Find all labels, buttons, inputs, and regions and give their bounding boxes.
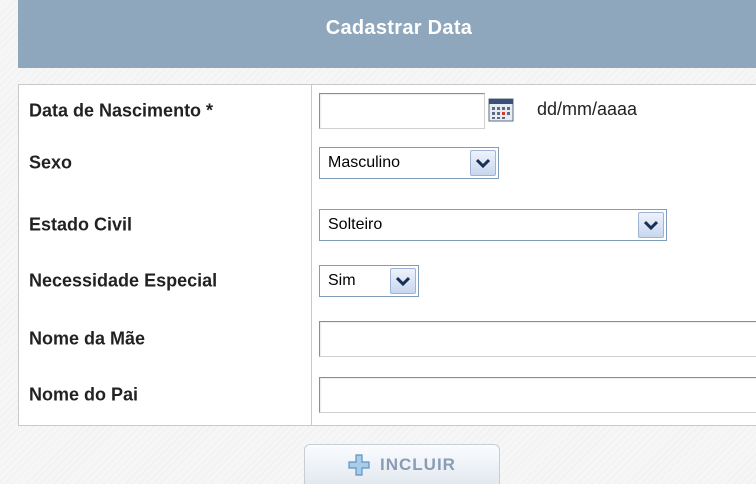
special-need-select[interactable]: Sim xyxy=(319,265,419,297)
incluir-button-label: INCLUIR xyxy=(380,454,456,474)
plus-icon xyxy=(348,453,370,476)
chevron-down-icon[interactable] xyxy=(638,212,664,238)
special-need-label: Necessidade Especial xyxy=(29,270,218,291)
sex-select[interactable]: Masculino xyxy=(319,147,499,179)
special-need-select-value: Sim xyxy=(328,272,356,289)
chevron-down-icon[interactable] xyxy=(470,150,496,176)
form-title: Cadastrar Data xyxy=(325,16,473,39)
row-birth-date: Data de Nascimento * dd/mm/aaaa xyxy=(19,85,756,137)
row-mother-name: Nome da Mãe xyxy=(19,313,756,365)
form-panel: Data de Nascimento * dd/mm/aaaa Sexo Mas… xyxy=(18,84,756,426)
sex-label: Sexo xyxy=(29,152,73,173)
row-marital-status: Estado Civil Solteiro xyxy=(19,199,756,251)
mother-name-input[interactable] xyxy=(319,321,756,357)
birth-date-label: Data de Nascimento * xyxy=(29,100,214,121)
calendar-icon[interactable] xyxy=(488,98,514,122)
date-format-hint: dd/mm/aaaa xyxy=(537,99,638,119)
mother-name-label: Nome da Mãe xyxy=(29,328,146,349)
chevron-down-icon[interactable] xyxy=(390,268,416,294)
father-name-label: Nome do Pai xyxy=(29,384,139,405)
row-sex: Sexo Masculino xyxy=(19,137,756,189)
row-special-need: Necessidade Especial Sim xyxy=(19,255,756,307)
marital-status-select[interactable]: Solteiro xyxy=(319,209,667,241)
incluir-button[interactable]: INCLUIR xyxy=(304,444,500,484)
form-header: Cadastrar Data xyxy=(18,0,756,68)
row-father-name: Nome do Pai xyxy=(19,369,756,421)
marital-status-select-value: Solteiro xyxy=(328,216,383,233)
marital-status-label: Estado Civil xyxy=(29,214,133,235)
birth-date-input[interactable] xyxy=(319,93,485,129)
father-name-input[interactable] xyxy=(319,377,756,413)
sex-select-value: Masculino xyxy=(328,154,401,171)
